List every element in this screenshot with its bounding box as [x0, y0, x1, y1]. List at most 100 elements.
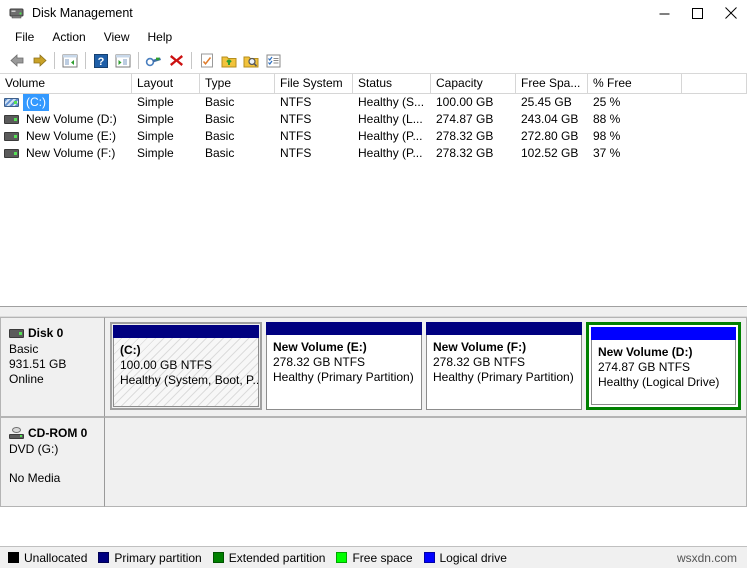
partition-name: New Volume (F:)	[433, 340, 527, 354]
legend-bar: Unallocated Primary partition Extended p…	[0, 546, 747, 568]
back-icon[interactable]	[6, 50, 28, 72]
svg-text:?: ?	[98, 56, 105, 68]
disk-management-icon	[9, 5, 25, 21]
maximize-button[interactable]	[681, 0, 714, 26]
table-row[interactable]: New Volume (D:) Simple Basic NTFS Health…	[0, 111, 747, 128]
legend-swatch-logical-drive	[423, 552, 435, 563]
column-header-volume[interactable]: Volume	[0, 74, 132, 94]
help-icon[interactable]: ?	[90, 50, 112, 72]
disk-info-disk0[interactable]: Disk 0 Basic 931.51 GB Online	[0, 317, 105, 417]
cell-free-space: 272.80 GB	[521, 129, 579, 143]
partition-c[interactable]: (C:) 100.00 GB NTFS Healthy (System, Boo…	[110, 322, 262, 410]
volume-name: New Volume (D:)	[26, 112, 117, 126]
disk-row-cdrom0: CD-ROM 0 DVD (G:) No Media	[0, 417, 747, 507]
cell-capacity: 100.00 GB	[436, 95, 494, 109]
disk-name: Disk 0	[28, 326, 64, 340]
legend-swatch-free-space	[336, 552, 348, 563]
disk-management-window: Disk Management File Action View Help ? …	[0, 0, 747, 568]
cell-free-space: 243.04 GB	[521, 112, 579, 126]
volume-list-pane: Volume Layout Type File System Status Ca…	[0, 74, 747, 306]
partition-status: Healthy (Primary Partition)	[433, 370, 574, 384]
column-header-type[interactable]: Type	[200, 74, 275, 94]
disk-size: 931.51 GB	[9, 357, 67, 371]
column-header-percent-free[interactable]: % Free	[588, 74, 682, 94]
legend-label: Logical drive	[439, 550, 507, 565]
window-controls	[648, 0, 747, 26]
volume-name: New Volume (E:)	[26, 129, 117, 143]
drive-icon	[4, 97, 19, 108]
partition-status: Healthy (Primary Partition)	[273, 370, 414, 384]
cdrom-title: CD-ROM 0	[9, 426, 104, 440]
close-button[interactable]	[714, 0, 747, 26]
partition-d[interactable]: New Volume (D:) 274.87 GB NTFS Healthy (…	[591, 327, 736, 405]
legend-swatch-unallocated	[8, 552, 19, 563]
legend-swatch-extended-partition	[212, 552, 224, 563]
column-header-file-system[interactable]: File System	[275, 74, 353, 94]
partition-f[interactable]: New Volume (F:) 278.32 GB NTFS Healthy (…	[426, 322, 582, 410]
table-row[interactable]: New Volume (E:) Simple Basic NTFS Health…	[0, 128, 747, 145]
cdrom-drive-letter: DVD (G:)	[9, 442, 59, 456]
menu-item-action[interactable]: Action	[43, 28, 94, 46]
partition-size: 278.32 GB NTFS	[433, 355, 526, 369]
cell-status: Healthy (P...	[358, 146, 423, 160]
table-row[interactable]: (C:) Simple Basic NTFS Healthy (S... 100…	[0, 94, 747, 111]
partition-e[interactable]: New Volume (E:) 278.32 GB NTFS Healthy (…	[266, 322, 422, 410]
show-hide-action-pane-icon[interactable]	[112, 50, 134, 72]
partition-status: Healthy (System, Boot, P...	[120, 373, 259, 387]
legend-item-extended-partition: Extended partition	[212, 550, 326, 565]
column-header-layout[interactable]: Layout	[132, 74, 200, 94]
partition-details: New Volume (F:) 278.32 GB NTFS Healthy (…	[426, 335, 582, 410]
properties-icon[interactable]	[143, 50, 165, 72]
drive-icon	[4, 148, 19, 159]
rescan-disks-icon[interactable]	[196, 50, 218, 72]
cdrom-icon	[9, 427, 24, 439]
menu-item-file[interactable]: File	[6, 28, 43, 46]
minimize-button[interactable]	[648, 0, 681, 26]
column-header-spacer	[682, 74, 747, 94]
volume-name: New Volume (F:)	[26, 146, 116, 160]
cell-type: Basic	[205, 112, 235, 126]
cell-percent-free: 88 %	[593, 112, 621, 126]
toolbar-separator	[85, 52, 86, 69]
cell-capacity: 274.87 GB	[436, 112, 494, 126]
column-header-status[interactable]: Status	[353, 74, 431, 94]
legend-label: Extended partition	[228, 550, 326, 565]
task-list-icon[interactable]	[262, 50, 284, 72]
graphical-view-content: Disk 0 Basic 931.51 GB Online (C:) 100.0…	[0, 317, 747, 546]
disk-info-cdrom0[interactable]: CD-ROM 0 DVD (G:) No Media	[0, 417, 105, 507]
cell-status: Healthy (P...	[358, 129, 423, 143]
legend-label: Primary partition	[114, 550, 202, 565]
show-hide-console-tree-icon[interactable]	[59, 50, 81, 72]
cell-percent-free: 25 %	[593, 95, 621, 109]
cell-type: Basic	[205, 95, 235, 109]
cell-percent-free: 98 %	[593, 129, 621, 143]
column-header-capacity[interactable]: Capacity	[431, 74, 516, 94]
cdrom-name: CD-ROM 0	[28, 426, 88, 440]
cell-layout: Simple	[137, 146, 174, 160]
cell-file-system: NTFS	[280, 146, 312, 160]
cell-file-system: NTFS	[280, 95, 312, 109]
partition-status: Healthy (Logical Drive)	[598, 375, 720, 389]
column-header-free-space[interactable]: Free Spa...	[516, 74, 588, 94]
menu-item-help[interactable]: Help	[139, 28, 182, 46]
legend-swatch-primary-partition	[98, 552, 110, 563]
delete-icon[interactable]	[165, 50, 187, 72]
pane-splitter[interactable]	[0, 306, 747, 317]
cell-layout: Simple	[137, 95, 174, 109]
volume-list-body: (C:) Simple Basic NTFS Healthy (S... 100…	[0, 94, 747, 306]
forward-icon[interactable]	[28, 50, 50, 72]
partition-details: New Volume (E:) 278.32 GB NTFS Healthy (…	[266, 335, 422, 410]
volume-name: (C:)	[23, 94, 49, 111]
watermark: wsxdn.com	[676, 550, 737, 565]
partition-name: New Volume (E:)	[273, 340, 367, 354]
export-list-icon[interactable]	[218, 50, 240, 72]
cell-type: Basic	[205, 129, 235, 143]
disk-icon	[9, 328, 24, 339]
toolbar-separator	[138, 52, 139, 69]
menu-item-view[interactable]: View	[95, 28, 139, 46]
search-icon[interactable]	[240, 50, 262, 72]
title-bar: Disk Management	[0, 0, 747, 26]
partition-name: New Volume (D:)	[598, 345, 693, 359]
cell-layout: Simple	[137, 112, 174, 126]
table-row[interactable]: New Volume (F:) Simple Basic NTFS Health…	[0, 145, 747, 162]
